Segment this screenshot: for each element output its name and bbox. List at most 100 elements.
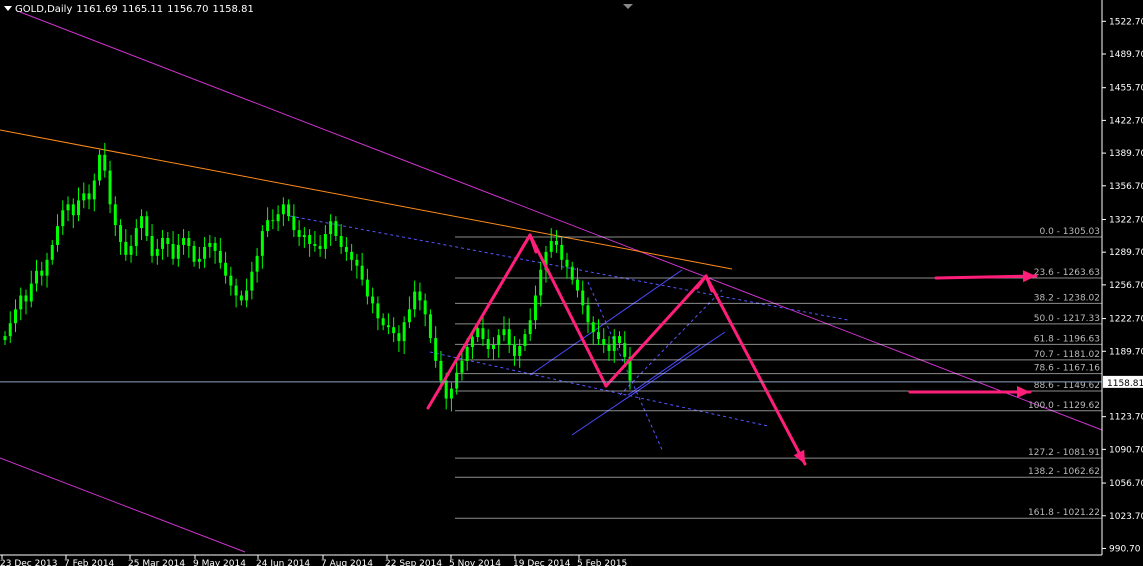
candle-body: [413, 291, 417, 310]
price-tick-label: 1455.70: [1109, 84, 1143, 94]
price-tick-label: 1256.70: [1109, 281, 1143, 291]
candle-body: [192, 245, 196, 262]
candle-body: [8, 323, 12, 337]
date-tick-label: 7 Feb 2014: [64, 559, 115, 566]
fib-label-11: 161.8 - 1021.22: [1028, 508, 1100, 518]
fib-label-7: 88.6 - 1149.62: [1034, 381, 1100, 391]
candle-body: [155, 248, 159, 256]
low-price: 1156.70: [167, 4, 209, 15]
candle-body: [140, 216, 144, 229]
candle-body: [365, 279, 369, 297]
candle-body: [591, 322, 595, 333]
candle-body: [323, 234, 327, 249]
menu-triangle-icon[interactable]: [4, 6, 12, 11]
candle-body: [266, 220, 270, 232]
candle-body: [476, 328, 480, 338]
candle-body: [234, 285, 238, 296]
candle-body: [491, 345, 495, 349]
date-tick-label: 7 Aug 2014: [321, 559, 373, 566]
candle-body: [481, 328, 485, 340]
candle-body: [444, 380, 448, 399]
candle-body: [428, 314, 432, 339]
candle-body: [129, 245, 133, 255]
candle-body: [423, 300, 427, 315]
candle-body: [570, 266, 574, 280]
candle-body: [119, 225, 123, 242]
candle-body: [260, 231, 264, 256]
candle-body: [239, 295, 243, 301]
candle-body: [213, 242, 217, 251]
candle-body: [460, 360, 464, 373]
symbol-label: GOLD,Daily: [15, 4, 73, 15]
open-price: 1161.69: [76, 4, 118, 15]
candle-body: [35, 270, 39, 284]
candle-body: [61, 210, 65, 227]
price-tick-label: 990.70: [1109, 544, 1141, 554]
candle-body: [19, 295, 23, 310]
candle-body: [449, 388, 453, 399]
date-tick-label: 24 Jun 2014: [256, 559, 310, 566]
candle-body: [355, 259, 359, 266]
high-price: 1165.11: [121, 4, 164, 15]
price-tick-label: 1322.70: [1109, 215, 1143, 225]
candle-body: [502, 329, 506, 336]
candle-body: [56, 226, 60, 245]
date-tick-label: 5 Feb 2015: [577, 559, 627, 566]
candle-body: [292, 216, 296, 231]
fib-label-10: 138.2 - 1062.62: [1028, 467, 1100, 477]
candle-body: [224, 262, 228, 276]
candle-body: [339, 236, 343, 247]
fib-label-0: 0.0 - 1305.03: [1040, 227, 1101, 237]
candle-body: [145, 216, 149, 237]
candle-body: [439, 360, 443, 381]
candle-body: [161, 238, 165, 249]
candle-body: [560, 244, 564, 260]
candle-body: [92, 180, 96, 200]
gold-daily-chart[interactable]: 0.0 - 1305.03 23.6 - 1263.63 38.2 - 1238.0…: [0, 0, 1143, 566]
price-tick-label: 1222.70: [1109, 315, 1143, 325]
candle-body: [14, 309, 18, 324]
fib-label-4: 61.8 - 1196.63: [1034, 334, 1100, 344]
candle-body: [512, 345, 516, 356]
fib-label-5: 70.7 - 1181.02: [1034, 350, 1100, 360]
candle-body: [187, 238, 191, 246]
date-tick-label: 23 Dec 2013: [0, 559, 58, 566]
candle-body: [612, 336, 616, 351]
candle-body: [203, 246, 207, 259]
candle-body: [334, 221, 338, 237]
date-tick-label: 19 Dec 2014: [513, 559, 571, 566]
candle-body: [528, 320, 532, 335]
candle-body: [276, 214, 280, 222]
candle-body: [602, 339, 606, 346]
chart-header: GOLD,Daily 1161.69 1165.11 1156.70 1158.81: [4, 4, 258, 16]
current-price-label: 1158.81: [1107, 379, 1143, 389]
candle-body: [166, 238, 170, 244]
candle-body: [533, 295, 537, 321]
candle-body: [313, 243, 317, 246]
price-tick-label: 1422.70: [1109, 116, 1143, 126]
candle-body: [392, 327, 396, 334]
candle-body: [318, 245, 322, 249]
candle-body: [103, 154, 107, 171]
candle-body: [71, 204, 75, 216]
candle-body: [29, 283, 33, 302]
price-tick-label: 1023.70: [1109, 512, 1143, 522]
candle-body: [271, 220, 275, 222]
candle-body: [455, 372, 459, 389]
candle-body: [518, 346, 522, 356]
candle-body: [376, 303, 380, 319]
candle-body: [371, 296, 375, 304]
candle-body: [87, 193, 91, 200]
candle-body: [407, 309, 411, 323]
candle-body: [245, 290, 249, 301]
date-tick-label: 5 Nov 2014: [449, 559, 501, 566]
price-tick-label: 1356.70: [1109, 182, 1143, 192]
candle-body: [329, 221, 333, 235]
candle-body: [344, 246, 348, 252]
price-tick-label: 1056.70: [1109, 479, 1143, 489]
candle-body: [402, 322, 406, 342]
fib-label-6: 78.6 - 1167.16: [1034, 364, 1100, 374]
candle-body: [3, 336, 7, 341]
candle-body: [218, 250, 222, 263]
fib-label-2: 38.2 - 1238.02: [1034, 293, 1100, 303]
